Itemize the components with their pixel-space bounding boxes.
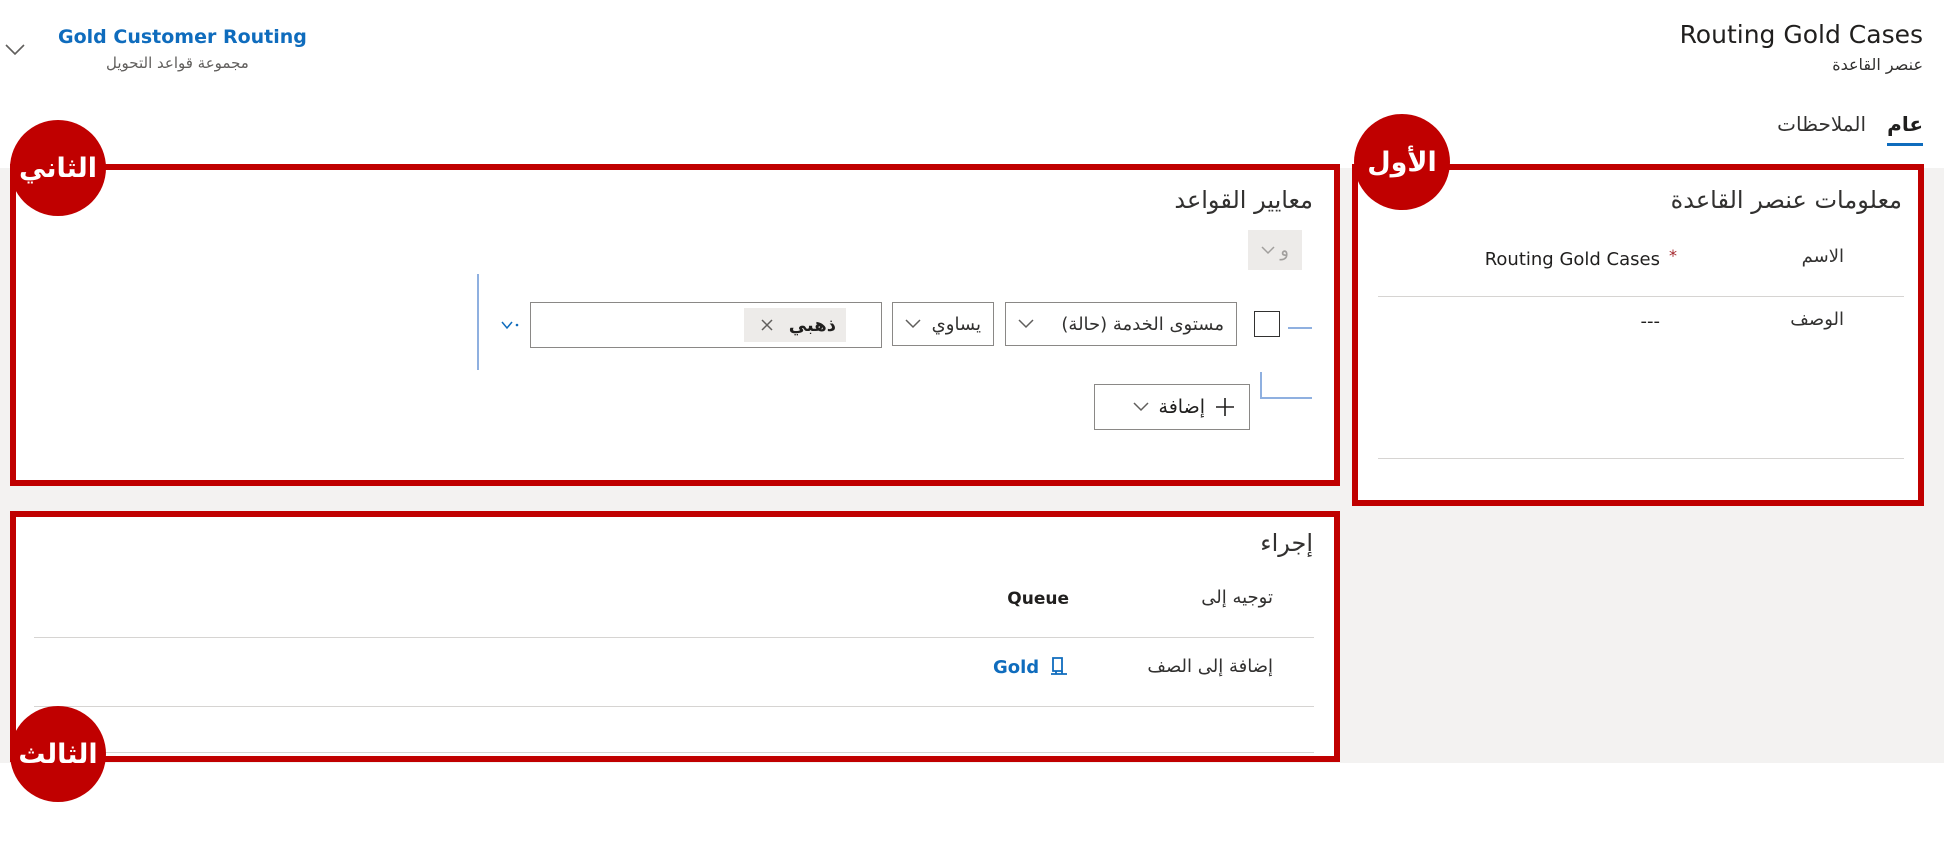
chevron-down-icon[interactable] <box>5 44 25 56</box>
tab-general[interactable]: عام <box>1887 112 1923 146</box>
page-subtitle: عنصر القاعدة <box>1832 55 1923 74</box>
annotation-badge-first: الأول <box>1354 114 1450 210</box>
annotation-box-first <box>1352 164 1924 506</box>
annotation-box-second <box>10 164 1340 486</box>
ruleset-link[interactable]: Gold Customer Routing <box>58 26 307 48</box>
annotation-badge-second: الثاني <box>10 120 106 216</box>
ruleset-entity-label: مجموعة قواعد التحويل <box>106 54 249 72</box>
annotation-badge-third: الثالث <box>10 706 106 802</box>
page-title: Routing Gold Cases <box>1679 20 1923 49</box>
annotation-box-third <box>10 511 1340 762</box>
tab-notes[interactable]: الملاحظات <box>1777 112 1866 136</box>
